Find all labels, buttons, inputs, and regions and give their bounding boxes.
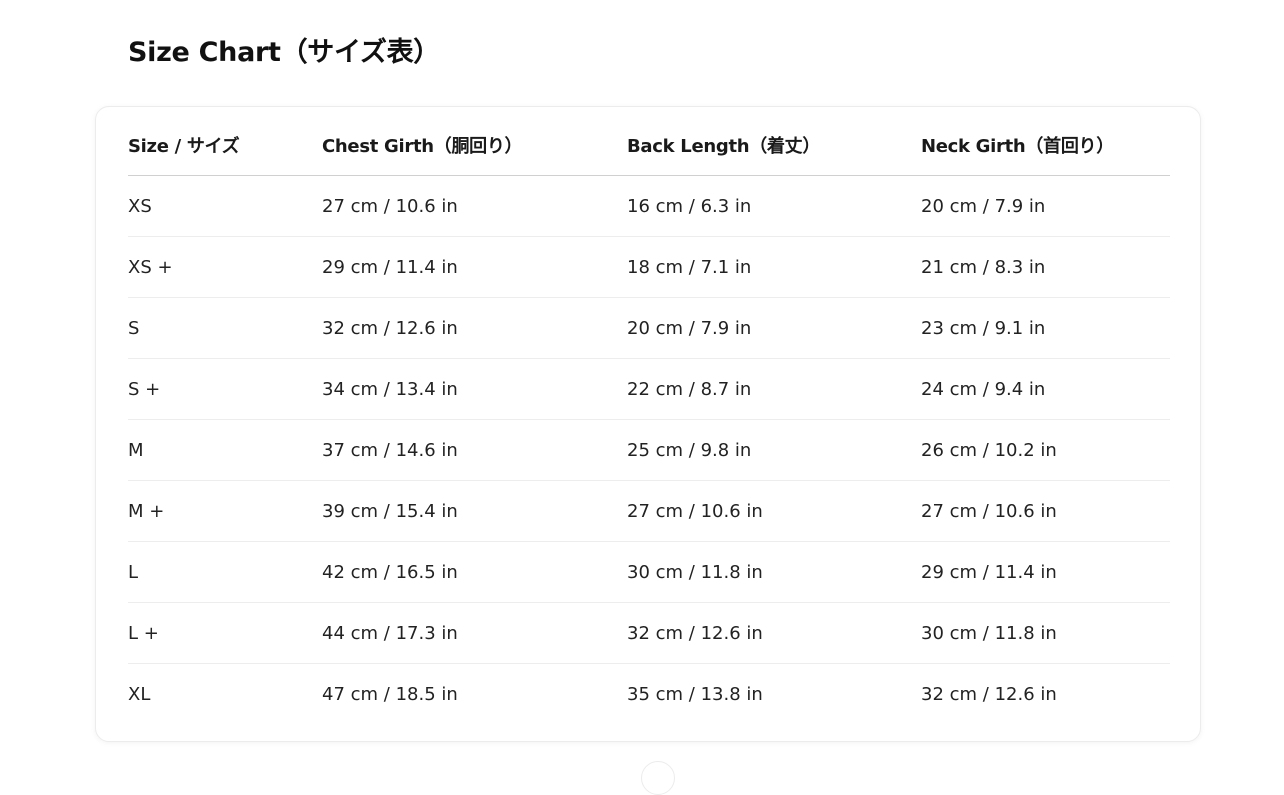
page-title: Size Chart（サイズ表） — [128, 37, 440, 68]
table-row: S 32 cm / 12.6 in 20 cm / 7.9 in 23 cm /… — [128, 297, 1170, 359]
size-cell: L + — [128, 602, 322, 664]
table-row: XL 47 cm / 18.5 in 35 cm / 13.8 in 32 cm… — [128, 664, 1170, 725]
neck-girth-cell: 21 cm / 8.3 in — [921, 236, 1170, 298]
chest-girth-cell: 39 cm / 15.4 in — [322, 480, 627, 542]
back-length-cell: 30 cm / 11.8 in — [627, 541, 921, 603]
chest-girth-cell: 37 cm / 14.6 in — [322, 419, 627, 481]
neck-girth-cell: 26 cm / 10.2 in — [921, 419, 1170, 481]
size-chart-card: Size / サイズ Chest Girth（胴回り） Back Length（… — [95, 106, 1201, 742]
back-length-cell: 16 cm / 6.3 in — [627, 175, 921, 237]
table-row: XS 27 cm / 10.6 in 16 cm / 6.3 in 20 cm … — [128, 175, 1170, 237]
table-row: S + 34 cm / 13.4 in 22 cm / 8.7 in 24 cm… — [128, 358, 1170, 420]
size-cell: XL — [128, 683, 151, 705]
size-cell: M — [128, 419, 322, 481]
back-length-cell: 22 cm / 8.7 in — [627, 358, 921, 420]
neck-girth-cell: 29 cm / 11.4 in — [921, 541, 1170, 603]
size-cell: S + — [128, 358, 322, 420]
table-row: XS + 29 cm / 11.4 in 18 cm / 7.1 in 21 c… — [128, 236, 1170, 298]
header-chest-girth: Chest Girth（胴回り） — [322, 115, 627, 176]
back-length-cell: 18 cm / 7.1 in — [627, 236, 921, 298]
back-length-cell: 35 cm / 13.8 in — [627, 683, 763, 705]
table-row: M 37 cm / 14.6 in 25 cm / 9.8 in 26 cm /… — [128, 419, 1170, 481]
chest-girth-cell: 32 cm / 12.6 in — [322, 297, 627, 359]
size-cell: M + — [128, 480, 322, 542]
neck-girth-cell: 27 cm / 10.6 in — [921, 480, 1170, 542]
header-size: Size / サイズ — [128, 115, 322, 176]
chest-girth-cell: 34 cm / 13.4 in — [322, 358, 627, 420]
back-length-cell: 25 cm / 9.8 in — [627, 419, 921, 481]
header-neck-girth: Neck Girth（首回り） — [921, 115, 1170, 176]
neck-girth-cell: 20 cm / 7.9 in — [921, 175, 1170, 237]
back-length-cell: 32 cm / 12.6 in — [627, 602, 921, 664]
chest-girth-cell: 44 cm / 17.3 in — [322, 602, 627, 664]
back-length-cell: 20 cm / 7.9 in — [627, 297, 921, 359]
size-cell: L — [128, 541, 322, 603]
table-row: M + 39 cm / 15.4 in 27 cm / 10.6 in 27 c… — [128, 480, 1170, 542]
neck-girth-cell: 23 cm / 9.1 in — [921, 297, 1170, 359]
size-cell: S — [128, 297, 322, 359]
back-length-cell: 27 cm / 10.6 in — [627, 480, 921, 542]
size-cell: XS — [128, 175, 322, 237]
header-back-length: Back Length（着丈） — [627, 115, 921, 176]
chest-girth-cell: 29 cm / 11.4 in — [322, 236, 627, 298]
chest-girth-cell: 42 cm / 16.5 in — [322, 541, 627, 603]
size-cell: XS + — [128, 236, 322, 298]
table-row: L + 44 cm / 17.3 in 32 cm / 12.6 in 30 c… — [128, 602, 1170, 664]
size-chart-table: Size / サイズ Chest Girth（胴回り） Back Length（… — [128, 115, 1170, 724]
neck-girth-cell: 24 cm / 9.4 in — [921, 358, 1170, 420]
table-header-row: Size / サイズ Chest Girth（胴回り） Back Length（… — [128, 115, 1170, 176]
table-row: L 42 cm / 16.5 in 30 cm / 11.8 in 29 cm … — [128, 541, 1170, 603]
chest-girth-cell: 47 cm / 18.5 in — [322, 683, 458, 705]
chest-girth-cell: 27 cm / 10.6 in — [322, 175, 627, 237]
neck-girth-cell: 32 cm / 12.6 in — [921, 683, 1057, 705]
neck-girth-cell: 30 cm / 11.8 in — [921, 602, 1170, 664]
